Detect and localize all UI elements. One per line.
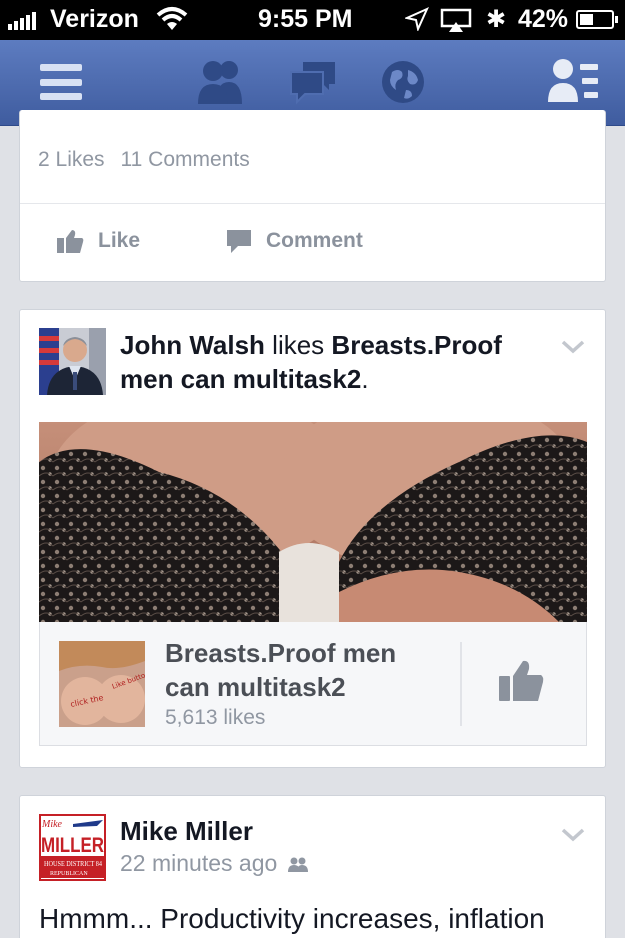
post-timestamp[interactable]: 22 minutes ago xyxy=(120,850,277,877)
contacts-icon[interactable] xyxy=(546,56,602,106)
notifications-globe-icon[interactable] xyxy=(380,58,426,106)
story-headline: John Walsh likes Breasts.Proof men can m… xyxy=(120,328,530,396)
comment-label: Comment xyxy=(266,229,363,252)
airplay-icon xyxy=(440,8,472,32)
location-icon xyxy=(405,7,429,31)
engagement-counts: 2 Likes 11 Comments xyxy=(38,148,250,172)
wifi-icon xyxy=(156,7,188,30)
divider xyxy=(20,203,605,204)
post-photo[interactable] xyxy=(39,422,587,622)
chevron-down-icon[interactable] xyxy=(561,340,585,354)
likes-count[interactable]: 2 Likes xyxy=(38,148,105,171)
page-attachment[interactable]: click the Like button Breasts.Proof men … xyxy=(39,622,587,746)
story-verb: likes xyxy=(272,330,325,360)
clock: 9:55 PM xyxy=(258,5,353,33)
post-meta: 22 minutes ago xyxy=(120,850,309,877)
carrier-label: Verizon xyxy=(50,5,139,33)
like-label: Like xyxy=(98,229,141,252)
post-text: Hmmm... Productivity increases, inflatio… xyxy=(39,903,545,934)
chevron-down-icon[interactable] xyxy=(561,828,585,842)
feed-story-previous: 2 Likes 11 Comments Like Comment xyxy=(19,110,606,282)
attachment-like-count: 5,613 likes xyxy=(165,706,266,729)
like-page-button[interactable] xyxy=(498,658,544,702)
feed-story-like: John Walsh likes Breasts.Proof men can m… xyxy=(19,309,606,768)
feed-story-status: Mike MILLER HOUSE DISTRICT 84 REPUBLICAN… xyxy=(19,795,606,938)
battery-percent: 42% xyxy=(518,5,569,33)
bluetooth-icon: ✱ xyxy=(486,6,507,33)
story-punctuation: . xyxy=(361,364,369,394)
logo-first-name: Mike xyxy=(41,819,63,830)
logo-district: HOUSE DISTRICT 84 xyxy=(44,860,102,868)
like-button[interactable]: Like xyxy=(56,228,140,254)
signal-icon xyxy=(8,12,36,30)
avatar[interactable] xyxy=(39,328,106,395)
attachment-title[interactable]: Breasts.Proof men can multitask2 xyxy=(165,636,435,704)
page-thumbnail[interactable]: click the Like button xyxy=(59,641,145,727)
author-name[interactable]: Mike Miller xyxy=(120,816,253,847)
status-bar: Verizon 9:55 PM ✱ 42% xyxy=(0,0,625,40)
campaign-logo-avatar[interactable]: Mike MILLER HOUSE DISTRICT 84 REPUBLICAN xyxy=(39,814,106,881)
divider xyxy=(460,642,462,726)
menu-icon[interactable] xyxy=(40,64,82,100)
friends-audience-icon xyxy=(288,857,309,872)
comments-count[interactable]: 11 Comments xyxy=(121,148,250,171)
logo-last-name: MILLER xyxy=(41,834,104,857)
messages-icon[interactable] xyxy=(289,58,339,106)
battery-icon xyxy=(576,10,618,29)
logo-party: REPUBLICAN xyxy=(50,871,88,877)
thumbs-up-icon xyxy=(57,230,84,253)
friend-requests-icon[interactable] xyxy=(194,58,248,106)
comment-button[interactable]: Comment xyxy=(226,228,363,254)
actor-name[interactable]: John Walsh xyxy=(120,330,265,360)
comment-icon xyxy=(227,230,251,253)
